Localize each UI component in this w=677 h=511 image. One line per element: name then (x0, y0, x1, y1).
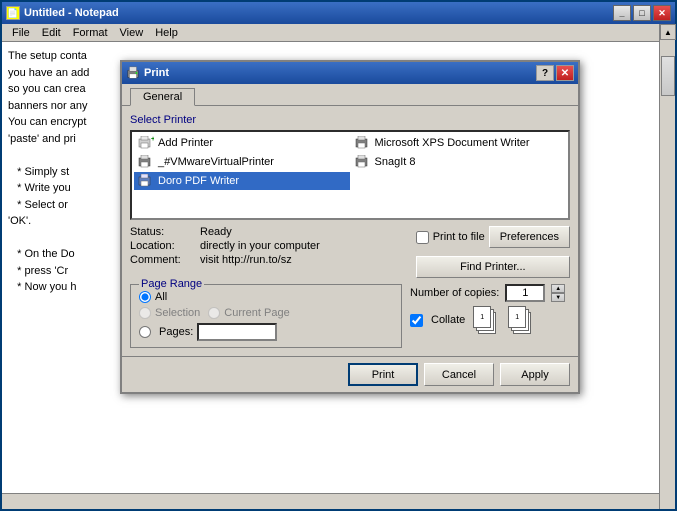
printer-item-vmware[interactable]: _#VMwareVirtualPrinter (134, 153, 350, 171)
spin-down-button[interactable]: ▼ (551, 293, 565, 302)
copies-spinner: ▲ ▼ (551, 284, 565, 302)
dialog-printer-icon (126, 66, 140, 80)
xps-printer-icon (355, 136, 371, 150)
printer-name-doro: Doro PDF Writer (158, 175, 239, 187)
collate-checkbox[interactable] (410, 314, 423, 327)
collate-label: Collate (431, 314, 465, 326)
dialog-body: Select Printer + Add Printer (122, 105, 578, 356)
radio-selection-label: Selection (155, 307, 200, 319)
preferences-button[interactable]: Preferences (489, 226, 570, 248)
pages-input[interactable] (197, 323, 277, 341)
radio-current-page[interactable] (208, 307, 220, 319)
radio-selection[interactable] (139, 307, 151, 319)
menu-edit[interactable]: Edit (36, 26, 67, 40)
snagit-printer-icon (355, 155, 371, 169)
copies-input[interactable] (505, 284, 545, 302)
print-to-file-row: Print to file Preferences (416, 226, 570, 248)
printer-name-xps: Microsoft XPS Document Writer (375, 137, 530, 149)
printer-item-snagit[interactable]: SnagIt 8 (351, 153, 567, 171)
printer-item-add[interactable]: + Add Printer (134, 134, 350, 152)
radio-all-label: All (155, 291, 167, 303)
menu-view[interactable]: View (114, 26, 150, 40)
spin-up-button[interactable]: ▲ (551, 284, 565, 293)
close-button[interactable]: ✕ (653, 5, 671, 21)
dialog-titlebar: Print ? ✕ (122, 62, 578, 84)
copies-section: Number of copies: ▲ ▼ Collate 3 2 (410, 284, 570, 348)
printer-item-doro[interactable]: Doro PDF Writer (134, 172, 350, 190)
maximize-button[interactable]: □ (633, 5, 651, 21)
location-key: Location: (130, 240, 200, 252)
vmware-printer-icon (138, 155, 154, 169)
titlebar-buttons: _ □ ✕ (613, 5, 671, 21)
horizontal-scrollbar[interactable] (2, 493, 659, 509)
status-info: Status: Ready Location: directly in your… (130, 226, 408, 268)
notepad-titlebar: 📄 Untitled - Notepad _ □ ✕ (2, 2, 675, 24)
find-printer-button[interactable]: Find Printer... (416, 256, 570, 278)
radio-all-row: All (139, 291, 393, 303)
printer-name-add: Add Printer (158, 137, 213, 149)
copies-row: Number of copies: ▲ ▼ (410, 284, 570, 302)
cancel-button[interactable]: Cancel (424, 363, 494, 386)
menu-help[interactable]: Help (149, 26, 184, 40)
notepad-icon: 📄 (6, 6, 20, 20)
dialog-close-button[interactable]: ✕ (556, 65, 574, 81)
printer-name-vmware: _#VMwareVirtualPrinter (158, 156, 274, 168)
minimize-button[interactable]: _ (613, 5, 631, 21)
comment-key: Comment: (130, 254, 200, 266)
pages-label: Pages: (159, 326, 193, 338)
status-value: Ready (200, 226, 232, 238)
print-dialog: Print ? ✕ General Select Printer + (120, 60, 580, 394)
status-key: Status: (130, 226, 200, 238)
status-row: Status: Ready (130, 226, 408, 238)
copies-label: Number of copies: (410, 287, 499, 299)
vertical-scrollbar[interactable]: ▲ (659, 24, 675, 509)
page-range-section: Page Range All Selection Current Page Pa… (130, 284, 402, 348)
dialog-help-button[interactable]: ? (536, 65, 554, 81)
dialog-tabs: General (122, 84, 578, 105)
print-to-file-checkbox[interactable] (416, 231, 429, 244)
dialog-footer: Print Cancel Apply (122, 356, 578, 392)
location-row: Location: directly in your computer (130, 240, 408, 252)
radio-all[interactable] (139, 291, 151, 303)
page-range-legend: Page Range (139, 278, 204, 290)
radio-pages[interactable] (139, 326, 151, 338)
location-value: directly in your computer (200, 240, 320, 252)
doro-printer-icon (138, 174, 154, 188)
comment-row: Comment: visit http://run.to/sz (130, 254, 408, 266)
dialog-titlebar-buttons: ? ✕ (536, 65, 574, 81)
collate-row: Collate 3 2 1 3 2 1 (410, 306, 570, 334)
radio-current-page-label: Current Page (224, 307, 289, 319)
printer-list: + Add Printer Microsoft XPS Document Wri… (130, 130, 570, 220)
collate-visual: 3 2 1 3 2 1 (469, 306, 536, 334)
print-to-file-label: Print to file (433, 231, 485, 243)
radio-selection-row: Selection Current Page (139, 307, 393, 319)
select-printer-label: Select Printer (130, 114, 570, 126)
notepad-title: Untitled - Notepad (24, 7, 613, 19)
status-area: Status: Ready Location: directly in your… (130, 226, 570, 278)
comment-value: visit http://run.to/sz (200, 254, 292, 266)
svg-text:+: + (151, 136, 154, 143)
apply-button[interactable]: Apply (500, 363, 570, 386)
status-buttons: Print to file Preferences Find Printer..… (416, 226, 570, 278)
add-printer-icon: + (138, 136, 154, 150)
scroll-thumb[interactable] (661, 56, 675, 96)
printer-item-xps[interactable]: Microsoft XPS Document Writer (351, 134, 567, 152)
notepad-menubar: File Edit Format View Help (2, 24, 675, 42)
printer-name-snagit: SnagIt 8 (375, 156, 416, 168)
menu-format[interactable]: Format (67, 26, 114, 40)
print-button[interactable]: Print (348, 363, 418, 386)
dialog-title: Print (144, 67, 536, 79)
menu-file[interactable]: File (6, 26, 36, 40)
tab-general[interactable]: General (130, 88, 195, 106)
scroll-up-arrow[interactable]: ▲ (660, 24, 676, 40)
pages-row: Pages: (139, 323, 393, 341)
bottom-sections: Page Range All Selection Current Page Pa… (130, 284, 570, 348)
